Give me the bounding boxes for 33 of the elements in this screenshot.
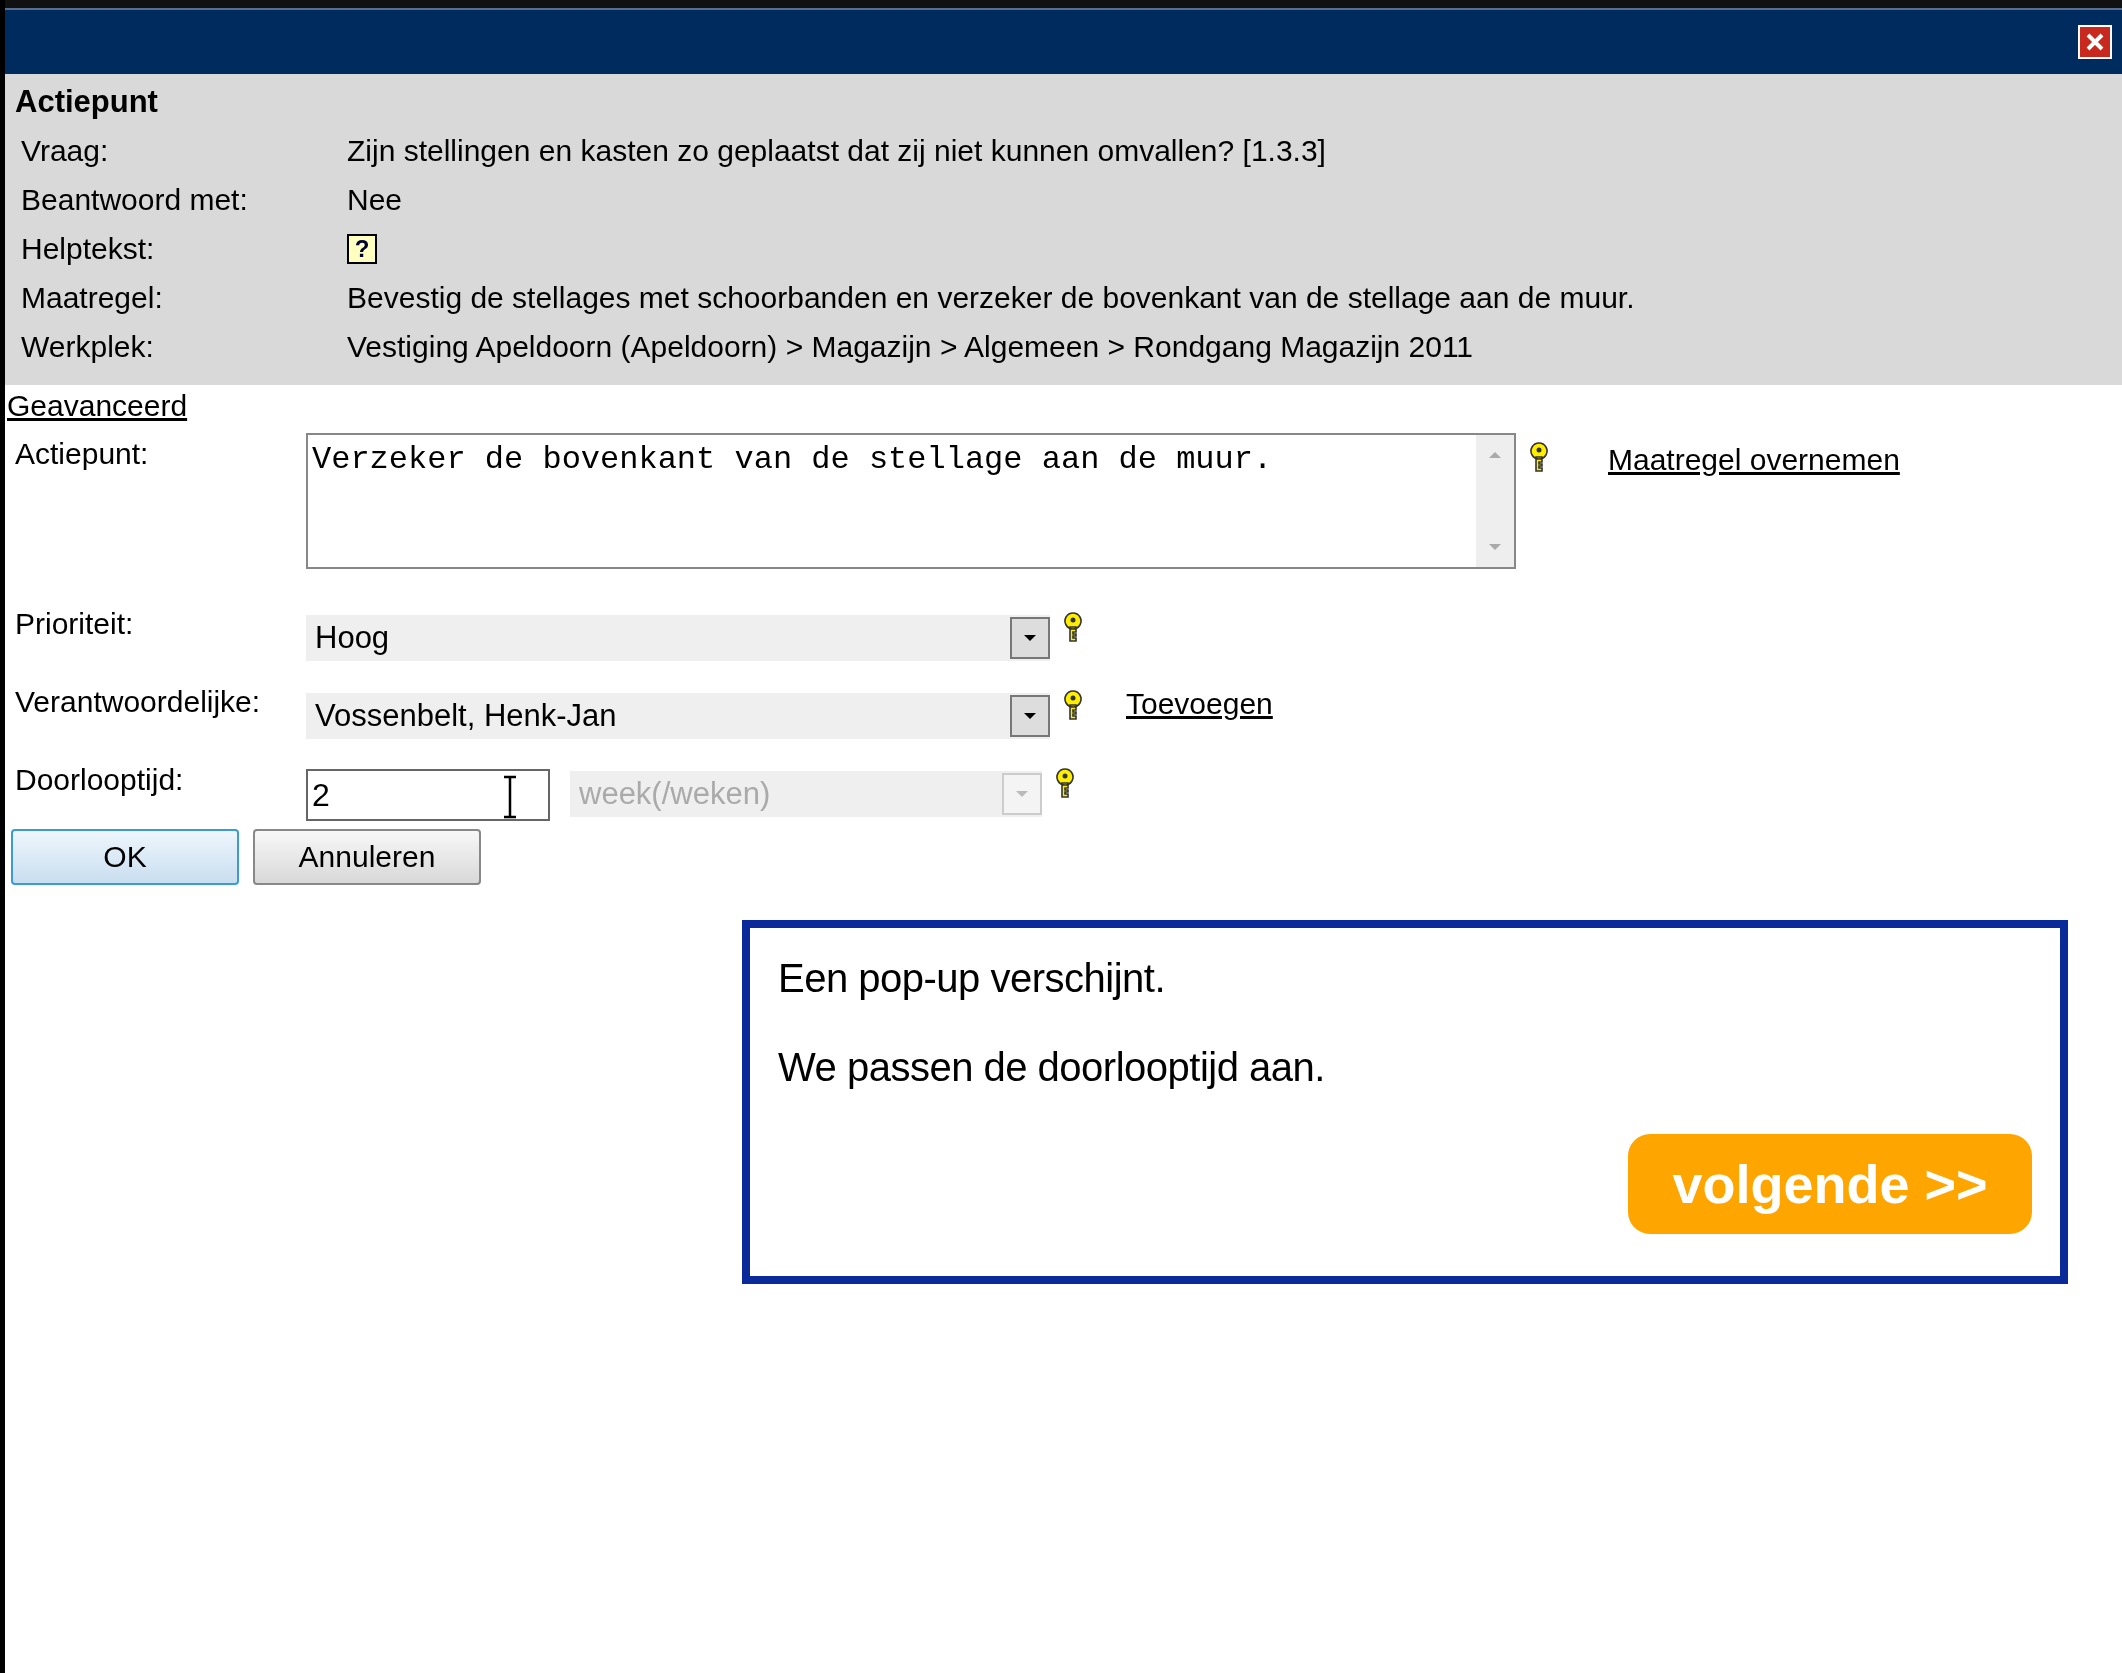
field-label: Maatregel: [20,280,164,315]
field-label: Doorlooptijd: [15,762,185,797]
field-label: Helptekst: [20,231,156,266]
popup-text: We passen de doorlooptijd aan. [778,1045,1326,1090]
text-cursor-icon [502,775,518,819]
field-label: Verantwoordelijke: [15,684,262,719]
dialog-button[interactable]: Annuleren [253,829,481,885]
field-label: Vraag: [20,133,110,168]
input-field[interactable]: 2 [306,769,550,821]
link[interactable]: Toevoegen [1126,687,1273,721]
dialog-button[interactable]: OK [11,829,239,885]
key-icon[interactable] [1054,767,1076,799]
field-value: Zijn stellingen en kasten zo geplaatst dat zij niet kunnen omvallen? [1.3.3] [347,133,1326,168]
field-value: Vestiging Apeldoorn (Apeldoorn) > Magazijn > Algemeen > Rondgang Magazijn 2011 [347,329,1474,364]
close-button[interactable] [2078,25,2112,59]
key-icon[interactable] [1528,441,1550,473]
dropdown-field[interactable]: Vossenbelt, Henk-Jan [306,693,1050,739]
field-label: Actiepunt: [15,436,150,471]
help-button[interactable]: ? [347,233,377,264]
field-label: Prioriteit: [15,606,135,641]
key-icon[interactable] [1062,611,1084,643]
text-area[interactable]: Verzeker de bovenkant van de stellage aan de muur. [306,433,1516,569]
close-icon [2085,32,2105,52]
field-value: Nee [347,182,403,217]
field-label: Werkplek: [20,329,155,364]
section-title: Actiepunt [15,84,159,121]
link[interactable]: Maatregel overnemen [1608,443,1900,477]
advanced-link[interactable]: Geavanceerd [7,389,188,423]
field-label: Beantwoord met: [20,182,249,217]
key-icon[interactable] [1062,689,1084,721]
field-value: Bevestig de stellages met schoorbanden en verzeker de bovenkant van de stellage aan de muur. [347,280,1635,315]
popup-text: Een pop-up verschijnt. [778,956,1166,1001]
dropdown-field[interactable]: Hoog [306,615,1050,661]
